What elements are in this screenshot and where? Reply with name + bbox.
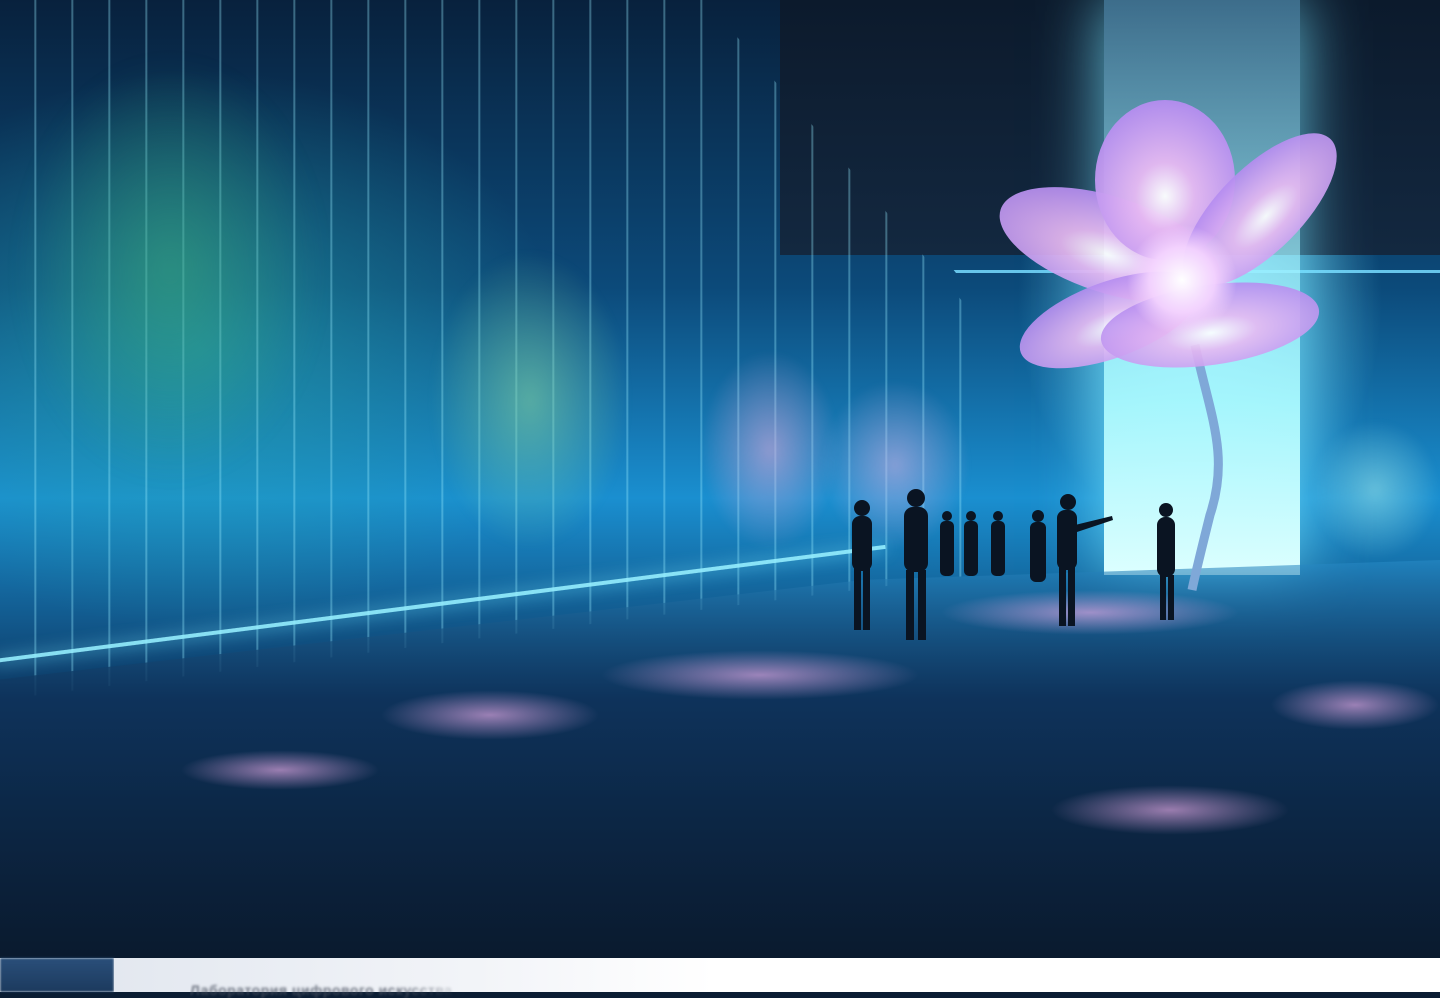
tree-mid: [430, 250, 630, 550]
footer-card-text: Лаборатория цифрового искусства ...: [190, 982, 471, 998]
petals-1: [380, 690, 600, 740]
people-silhouettes: [852, 489, 1175, 640]
petals-4: [1050, 785, 1290, 835]
petals-3: [600, 650, 920, 700]
hero-image: [0, 0, 1440, 958]
petals-5: [1270, 680, 1440, 730]
footer-strip: Лаборатория цифрового искусства ...: [0, 958, 1440, 998]
petals-2: [180, 750, 380, 790]
tree-pink-1: [700, 350, 840, 550]
tree-left-large: [20, 60, 320, 480]
footer-thumbnail: [0, 958, 114, 992]
